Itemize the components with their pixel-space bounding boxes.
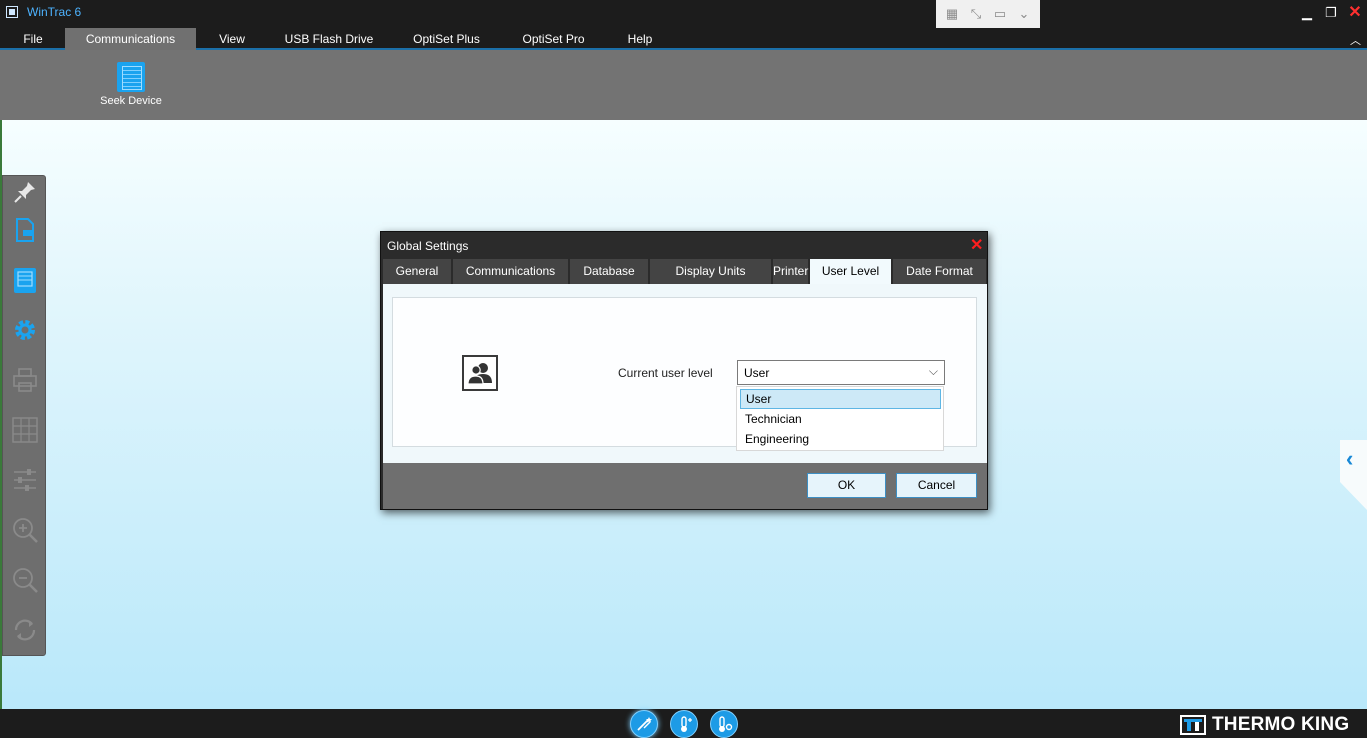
thermometer-settings-icon[interactable] bbox=[710, 710, 738, 738]
brand-text: THERMO KING bbox=[1212, 714, 1350, 735]
close-icon[interactable]: ✕ bbox=[970, 235, 983, 255]
app-icon bbox=[6, 6, 18, 18]
ok-button[interactable]: OK bbox=[807, 473, 886, 498]
menu-file[interactable]: File bbox=[12, 28, 54, 50]
sliders-icon bbox=[11, 466, 39, 494]
chevron-up-icon[interactable]: ︿ bbox=[1350, 32, 1361, 48]
floating-toolbar: ▦ ⤡ ▭ ⌄ bbox=[936, 0, 1040, 28]
minimize-button[interactable]: ▁ bbox=[1298, 4, 1316, 22]
grid-icon[interactable]: ▦ bbox=[944, 6, 960, 22]
menu-bar: File Communications View USB Flash Drive… bbox=[0, 28, 1367, 50]
user-level-dropdown: User Technician Engineering bbox=[736, 386, 944, 451]
printer-icon bbox=[11, 366, 39, 394]
user-level-selected-value: User bbox=[744, 366, 770, 380]
dialog-footer: OK Cancel bbox=[383, 463, 987, 509]
menu-usb-flash-drive[interactable]: USB Flash Drive bbox=[278, 28, 380, 50]
maximize-button[interactable]: ❐ bbox=[1322, 4, 1340, 22]
window-title: WinTrac 6 bbox=[27, 5, 82, 19]
gear-icon[interactable] bbox=[11, 316, 39, 344]
tab-display-units[interactable]: Display Units bbox=[650, 259, 772, 284]
document-icon[interactable] bbox=[11, 216, 39, 244]
option-technician[interactable]: Technician bbox=[740, 409, 941, 429]
option-user[interactable]: User bbox=[740, 389, 941, 409]
option-engineering[interactable]: Engineering bbox=[740, 429, 941, 449]
close-window-button[interactable]: ✕ bbox=[1346, 4, 1364, 22]
seek-device-button[interactable]: Seek Device bbox=[97, 62, 165, 112]
zoom-out-icon bbox=[11, 566, 39, 594]
menu-communications[interactable]: Communications bbox=[65, 28, 196, 50]
tab-general[interactable]: General bbox=[383, 259, 452, 284]
thermometer-add-icon[interactable] bbox=[670, 710, 698, 738]
tab-user-level[interactable]: User Level bbox=[810, 259, 892, 284]
menu-optiset-pro[interactable]: OptiSet Pro bbox=[512, 28, 595, 50]
status-bar: THERMO KING bbox=[0, 709, 1367, 738]
chevron-left-icon: ‹ bbox=[1346, 446, 1354, 471]
title-bar: WinTrac 6 ▦ ⤡ ▭ ⌄ ▁ ❐ ✕ bbox=[0, 0, 1367, 28]
tab-date-format[interactable]: Date Format bbox=[893, 259, 987, 284]
monitor-icon[interactable]: ▭ bbox=[992, 6, 1008, 22]
zoom-in-icon bbox=[11, 516, 39, 544]
device-icon bbox=[117, 62, 145, 92]
current-user-level-label: Current user level bbox=[618, 366, 713, 380]
menu-view[interactable]: View bbox=[207, 28, 257, 50]
cancel-button[interactable]: Cancel bbox=[896, 473, 977, 498]
menu-help[interactable]: Help bbox=[618, 28, 662, 50]
global-settings-dialog: Global Settings ✕ General Communications… bbox=[380, 231, 988, 510]
chevron-down-icon: ⌵ bbox=[928, 364, 938, 378]
thermo-king-logo: THERMO KING bbox=[1180, 713, 1349, 737]
device-icon[interactable] bbox=[11, 266, 39, 294]
wand-icon[interactable] bbox=[630, 710, 658, 738]
menu-optiset-plus[interactable]: OptiSet Plus bbox=[403, 28, 490, 50]
table-icon bbox=[11, 416, 39, 444]
chevron-down-icon[interactable]: ⌄ bbox=[1016, 6, 1032, 22]
side-toolbar bbox=[2, 175, 46, 656]
thermo-king-mark-icon bbox=[1180, 715, 1206, 735]
pin-icon[interactable] bbox=[11, 178, 39, 206]
user-level-select[interactable]: User ⌵ bbox=[737, 360, 945, 385]
tab-printer[interactable]: Printer bbox=[773, 259, 809, 284]
tab-communications[interactable]: Communications bbox=[453, 259, 569, 284]
dialog-title: Global Settings bbox=[387, 239, 469, 253]
collapse-icon[interactable]: ⤡ bbox=[968, 6, 984, 22]
settings-tabs: General Communications Database Display … bbox=[383, 259, 987, 284]
users-icon bbox=[462, 355, 498, 391]
ribbon: Seek Device bbox=[0, 50, 1367, 120]
refresh-icon bbox=[11, 616, 39, 644]
seek-device-label: Seek Device bbox=[100, 95, 162, 107]
tab-database[interactable]: Database bbox=[570, 259, 649, 284]
